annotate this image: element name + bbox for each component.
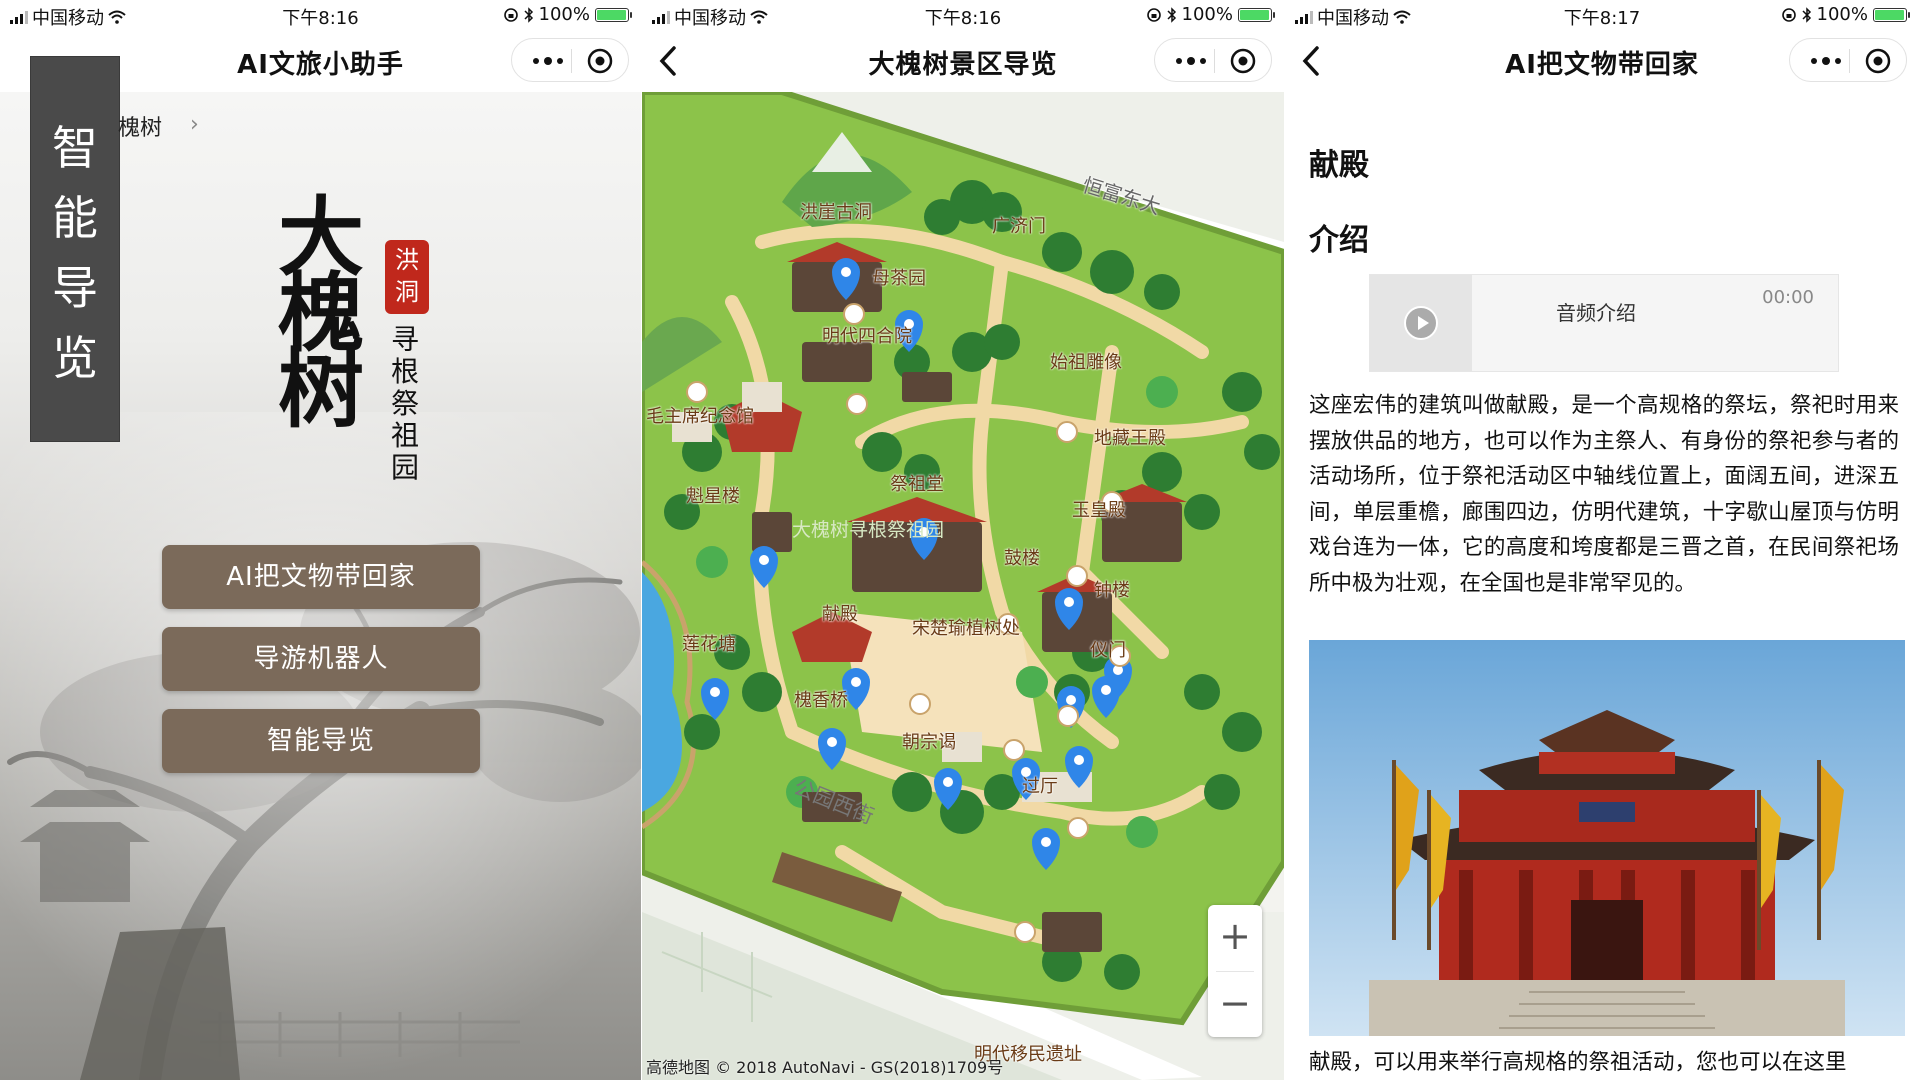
bluetooth-icon (1802, 6, 1812, 23)
map-label[interactable]: 钟楼 (1094, 576, 1130, 602)
battery-percent: 100% (1181, 4, 1233, 25)
miniprogram-capsule (1154, 38, 1272, 82)
map-label[interactable]: 广济门 (992, 212, 1046, 238)
artifact-detail-screen: 中国移动 下午8:17 100% AI把文物带回家 献殿 介绍 音频介绍 00:… (1285, 0, 1919, 1080)
zoom-out-button[interactable]: − (1208, 972, 1262, 1038)
battery-percent: 100% (1816, 4, 1868, 25)
close-miniprogram-icon[interactable] (1864, 47, 1892, 75)
map-label[interactable]: 祭祖堂 (890, 470, 944, 496)
bluetooth-icon (524, 6, 534, 23)
map-label[interactable]: 宋楚瑜植树处 (912, 614, 1020, 640)
nav-bar: 大槐树景区导览 (642, 30, 1284, 92)
status-bar: 中国移动 下午8:16 100% (642, 0, 1284, 30)
artifact-heading: 献殿 (1309, 148, 1369, 183)
audio-time: 00:00 (1762, 287, 1814, 308)
side-tag-char: 览 (52, 331, 98, 385)
more-icon[interactable] (528, 52, 568, 70)
battery-icon (595, 7, 632, 22)
intro-paragraph: 这座宏伟的建筑叫做献殿，是一个高规格的祭坛，祭祀时用来摆放供品的地方，也可以作为… (1309, 393, 1899, 596)
seal-char: 洪 (395, 246, 419, 274)
scenic-area-map[interactable] (642, 92, 1284, 1080)
tour-robot-button[interactable]: 导游机器人 (162, 627, 480, 691)
close-miniprogram-icon[interactable] (586, 47, 614, 75)
miniprogram-capsule (511, 38, 629, 82)
audio-player: 音频介绍 00:00 (1369, 274, 1839, 372)
bluetooth-icon (1167, 6, 1177, 23)
map-label[interactable]: 朝宗谒 (902, 728, 956, 754)
map-label[interactable]: 仪门 (1090, 636, 1126, 662)
hall-photo (1309, 640, 1905, 1036)
map-label[interactable]: 地藏王殿 (1094, 424, 1166, 450)
map-label[interactable]: 过厅 (1022, 772, 1058, 798)
more-icon[interactable] (1806, 52, 1846, 70)
subtitle-char: 祖 (390, 419, 419, 452)
battery-percent: 100% (538, 4, 590, 25)
logo-title: 大 槐 树 (278, 195, 368, 440)
map-label[interactable]: 母茶园 (872, 264, 926, 290)
map-label[interactable]: 毛主席纪念馆 (646, 402, 754, 428)
subtitle-char: 根 (390, 355, 419, 388)
map-attribution: 高德地图 © 2018 AutoNavi - GS(2018)1709号 (646, 1058, 1004, 1077)
map-label[interactable]: 魁星楼 (686, 482, 740, 508)
park-name-label: 大槐树寻根祭祖园 (792, 519, 945, 541)
close-miniprogram-icon[interactable] (1229, 47, 1257, 75)
orientation-lock-icon (1146, 7, 1162, 23)
subtitle-char: 寻 (390, 323, 419, 356)
map-label[interactable]: 洪崖古洞 (800, 198, 872, 224)
status-bar: 中国移动 下午8:17 100% (1285, 0, 1919, 30)
logo-subtitle: 寻 根 祭 祖 园 (390, 324, 420, 484)
zoom-in-button[interactable]: + (1208, 905, 1262, 971)
miniprogram-capsule (1789, 38, 1907, 82)
subtitle-char: 园 (390, 451, 419, 484)
play-icon[interactable] (1404, 306, 1438, 340)
orientation-lock-icon (1781, 7, 1797, 23)
map-label[interactable]: 槐香桥 (794, 686, 848, 712)
battery-icon (1238, 7, 1275, 22)
second-paragraph: 献殿，可以用来举行高规格的祭祖活动，您也可以在这里 (1309, 1050, 1847, 1075)
map-screen: 中国移动 下午8:16 100% 大槐树景区导览 洪崖古洞 母茶园 广济门 恒富… (642, 0, 1284, 1080)
audio-title: 音频介绍 (1556, 301, 1636, 325)
seal-char: 洞 (395, 278, 419, 306)
map-label[interactable]: 鼓楼 (1004, 544, 1040, 570)
map-label[interactable]: 献殿 (822, 600, 858, 626)
map-label[interactable]: 玉皇殿 (1072, 496, 1126, 522)
home-screen: 中国移动 下午8:16 100% AI文旅小助手 智 能 导 览 槐树 › 大 … (0, 0, 641, 1080)
more-icon[interactable] (1171, 52, 1211, 70)
logo-char: 树 (278, 339, 364, 440)
battery-icon (1873, 7, 1910, 22)
subtitle-char: 祭 (390, 387, 419, 420)
intro-heading: 介绍 (1309, 223, 1369, 258)
smart-guide-side-tag[interactable]: 智 能 导 览 (30, 56, 120, 442)
nav-bar: AI把文物带回家 (1285, 30, 1919, 92)
orientation-lock-icon (503, 7, 519, 23)
zoom-control: + − (1208, 905, 1262, 1037)
red-seal-stamp: 洪 洞 (385, 240, 429, 314)
ai-artifact-button[interactable]: AI把文物带回家 (162, 545, 480, 609)
smart-guide-button[interactable]: 智能导览 (162, 709, 480, 773)
map-label[interactable]: 始祖雕像 (1050, 348, 1122, 374)
breadcrumb[interactable]: 槐树 (118, 110, 162, 142)
side-tag-char: 能 (52, 191, 98, 245)
side-tag-char: 智 (52, 121, 98, 175)
map-label[interactable]: 明代四合院 (822, 322, 912, 348)
map-label[interactable]: 莲花塘 (682, 630, 736, 656)
side-tag-char: 导 (52, 261, 98, 315)
chevron-right-icon: › (190, 112, 199, 137)
status-bar: 中国移动 下午8:16 100% (0, 0, 641, 30)
